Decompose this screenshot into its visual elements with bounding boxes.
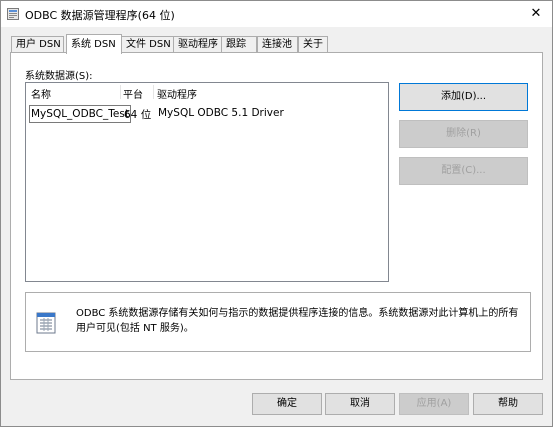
cancel-button[interactable]: 取消 — [325, 393, 395, 415]
odbc-window: ODBC 数据源管理程序(64 位) ✕ 用户 DSN 系统 DSN 文件 DS… — [0, 0, 553, 427]
dsn-list[interactable]: 名称 平台 驱动程序 MySQL_ODBC_Test 64 位 MySQL OD… — [25, 82, 389, 282]
odbc-app-icon — [7, 8, 19, 20]
column-header-driver[interactable]: 驱动程序 — [157, 86, 197, 101]
tab-about[interactable]: 关于 — [298, 36, 328, 52]
tab-tracing[interactable]: 跟踪 — [221, 36, 257, 52]
tab-drivers[interactable]: 驱动程序 — [173, 36, 222, 52]
tab-user-dsn[interactable]: 用户 DSN — [11, 36, 64, 52]
remove-button[interactable]: 删除(R) — [399, 120, 528, 148]
column-header-name[interactable]: 名称 — [31, 86, 51, 101]
info-box: ODBC 系统数据源存储有关如何与指示的数据提供程序连接的信息。系统数据源对此计… — [25, 292, 531, 352]
tab-strip: 用户 DSN 系统 DSN 文件 DSN 驱动程序 跟踪 连接池 关于 — [11, 34, 551, 54]
ok-button[interactable]: 确定 — [252, 393, 322, 415]
tab-file-dsn[interactable]: 文件 DSN — [121, 36, 174, 52]
info-description: ODBC 系统数据源存储有关如何与指示的数据提供程序连接的信息。系统数据源对此计… — [76, 308, 519, 334]
configure-button[interactable]: 配置(C)... — [399, 157, 528, 185]
column-divider — [153, 85, 154, 99]
apply-button[interactable]: 应用(A) — [399, 393, 469, 415]
list-item[interactable]: MySQL_ODBC_Test 64 位 MySQL ODBC 5.1 Driv… — [28, 105, 328, 123]
column-header-platform[interactable]: 平台 — [123, 86, 143, 101]
database-info-icon — [36, 312, 56, 334]
tab-connection-pool[interactable]: 连接池 — [257, 36, 298, 52]
list-header: 名称 平台 驱动程序 — [26, 83, 388, 101]
help-button[interactable]: 帮助 — [473, 393, 543, 415]
add-button[interactable]: 添加(D)... — [399, 83, 528, 111]
tab-system-dsn[interactable]: 系统 DSN — [66, 34, 122, 54]
system-data-sources-label: 系统数据源(S): — [25, 71, 93, 82]
column-divider — [120, 85, 121, 99]
close-icon[interactable]: ✕ — [526, 4, 546, 24]
dsn-name-cell: MySQL_ODBC_Test — [29, 105, 131, 123]
dsn-driver-cell: MySQL ODBC 5.1 Driver — [158, 107, 284, 119]
title-bar[interactable]: ODBC 数据源管理程序(64 位) ✕ — [1, 1, 552, 27]
window-title: ODBC 数据源管理程序(64 位) — [25, 9, 175, 22]
dsn-platform-cell: 64 位 — [124, 109, 152, 121]
